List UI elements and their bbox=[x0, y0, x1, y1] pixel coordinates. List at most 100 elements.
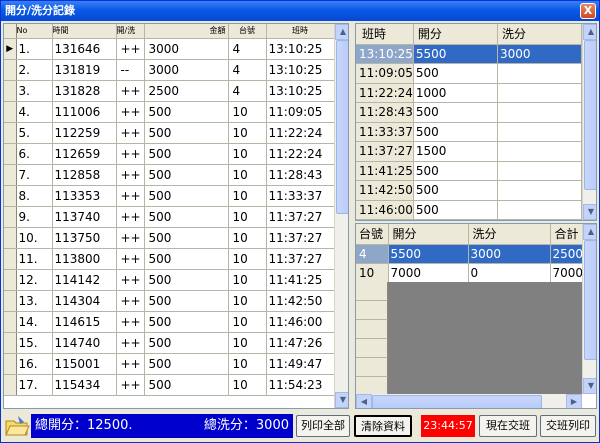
col-header-open[interactable]: 開分 bbox=[388, 224, 469, 245]
table-row[interactable]: 14. 114615 ++ 500 10 11:46:00 bbox=[4, 311, 335, 333]
col-header-amount[interactable]: 金額 bbox=[144, 24, 229, 39]
col-header-open[interactable]: 開分 bbox=[413, 24, 498, 45]
machine-vscroll[interactable]: ▲ ▼ bbox=[582, 224, 596, 394]
row-header[interactable] bbox=[4, 101, 17, 123]
cell-open: 7000 bbox=[388, 263, 469, 283]
row-header[interactable] bbox=[4, 248, 17, 270]
machine-grid[interactable]: 台號 開分 洗分 合計 4 5500 3000 2500 10 7000 0 7000 ▲ ▼… bbox=[355, 223, 597, 409]
row-header[interactable] bbox=[4, 143, 17, 165]
scroll-thumb[interactable] bbox=[584, 40, 596, 190]
col-header-wash[interactable]: 洗分 bbox=[497, 24, 583, 45]
table-row[interactable]: 17. 115434 ++ 500 10 11:54:23 bbox=[4, 374, 335, 396]
scroll-right-button[interactable]: ▶ bbox=[566, 394, 582, 408]
scroll-thumb[interactable] bbox=[336, 40, 348, 214]
col-header-machine[interactable]: 台號 bbox=[228, 24, 267, 39]
cell-wash bbox=[497, 102, 583, 123]
table-row[interactable]: 12. 114142 ++ 500 10 11:41:25 bbox=[4, 269, 335, 291]
scroll-up-button[interactable]: ▲ bbox=[583, 24, 596, 40]
table-row[interactable]: 4. 111006 ++ 500 10 11:09:05 bbox=[4, 101, 335, 123]
row-header[interactable] bbox=[4, 353, 17, 375]
print-all-button[interactable]: 列印全部 bbox=[296, 415, 350, 437]
table-row[interactable]: 11:46:00 500 bbox=[356, 200, 583, 220]
cell-shift: 11:37:27 bbox=[266, 227, 335, 249]
cell-open-wash: ++ bbox=[116, 311, 145, 333]
cell-no: 12. bbox=[16, 269, 53, 291]
col-header-open-wash[interactable]: 開/洗 bbox=[116, 24, 145, 39]
scroll-down-button[interactable]: ▼ bbox=[583, 378, 596, 394]
shift-vscroll[interactable]: ▲ ▼ bbox=[582, 24, 596, 220]
row-header[interactable] bbox=[4, 122, 17, 144]
table-row[interactable]: 11:41:25 500 bbox=[356, 161, 583, 181]
table-row[interactable]: 10. 113750 ++ 500 10 11:37:27 bbox=[4, 227, 335, 249]
row-header[interactable] bbox=[4, 311, 17, 333]
shift-print-button[interactable]: 交班列印 bbox=[540, 415, 596, 437]
table-row[interactable]: 6. 112659 ++ 500 10 11:22:24 bbox=[4, 143, 335, 165]
row-header[interactable] bbox=[4, 206, 17, 228]
row-header[interactable] bbox=[4, 290, 17, 312]
col-header-shift[interactable]: 班時 bbox=[266, 24, 335, 39]
table-row[interactable]: 15. 114740 ++ 500 10 11:47:26 bbox=[4, 332, 335, 354]
scroll-down-button[interactable]: ▼ bbox=[583, 204, 596, 220]
records-vscroll[interactable]: ▲ ▼ bbox=[334, 24, 348, 408]
cell-open-wash: -- bbox=[116, 59, 145, 81]
table-row[interactable]: 13:10:25 5500 3000 bbox=[356, 44, 583, 64]
table-row[interactable]: 11:22:24 1000 bbox=[356, 83, 583, 103]
scroll-up-button[interactable]: ▲ bbox=[335, 24, 348, 40]
title-bar: 開分/洗分記錄 X bbox=[1, 1, 599, 21]
row-header[interactable] bbox=[4, 269, 17, 291]
table-row[interactable]: 11. 113800 ++ 500 10 11:37:27 bbox=[4, 248, 335, 270]
table-row[interactable]: ▶ 1. 131646 ++ 3000 4 13:10:25 bbox=[4, 38, 335, 60]
cell-shift: 11:54:23 bbox=[266, 374, 335, 396]
row-header[interactable] bbox=[4, 332, 17, 354]
scroll-thumb[interactable] bbox=[584, 240, 596, 360]
col-header-no[interactable]: No bbox=[16, 24, 53, 39]
table-row[interactable]: 16. 115001 ++ 500 10 11:49:47 bbox=[4, 353, 335, 375]
table-row[interactable]: 4 5500 3000 2500 bbox=[356, 244, 596, 264]
scroll-down-button[interactable]: ▼ bbox=[335, 392, 348, 408]
shift-grid[interactable]: 班時 開分 洗分 13:10:25 5500 3000 11:09:05 500 11:2… bbox=[355, 23, 597, 221]
table-row[interactable]: 3. 131828 ++ 2500 4 13:10:25 bbox=[4, 80, 335, 102]
table-row[interactable]: 5. 112259 ++ 500 10 11:22:24 bbox=[4, 122, 335, 144]
table-row[interactable]: 13. 114304 ++ 500 10 11:42:50 bbox=[4, 290, 335, 312]
cell-machine: 10 bbox=[228, 290, 267, 312]
col-header-machine-no[interactable]: 台號 bbox=[356, 224, 389, 245]
machine-hscroll[interactable]: ◀ ▶ bbox=[356, 394, 582, 408]
table-row[interactable]: 2. 131819 -- 3000 4 13:10:25 bbox=[4, 59, 335, 81]
clear-data-button[interactable]: 清除資料 bbox=[354, 415, 412, 437]
cell-no: 17. bbox=[16, 374, 53, 396]
table-row[interactable]: 11:37:27 1500 bbox=[356, 141, 583, 162]
row-header[interactable] bbox=[4, 185, 17, 207]
folder-icon[interactable] bbox=[4, 413, 30, 439]
scroll-up-button[interactable]: ▲ bbox=[583, 224, 596, 240]
col-header-time[interactable]: 時間 bbox=[52, 24, 117, 39]
col-header-wash[interactable]: 洗分 bbox=[468, 224, 551, 245]
row-header[interactable] bbox=[4, 164, 17, 186]
row-header[interactable] bbox=[4, 80, 17, 102]
row-header[interactable]: ▶ bbox=[4, 38, 17, 60]
table-row[interactable]: 11:28:43 500 bbox=[356, 102, 583, 123]
table-row[interactable]: 9. 113740 ++ 500 10 11:37:27 bbox=[4, 206, 335, 228]
row-header[interactable] bbox=[4, 59, 17, 81]
cell-shift: 11:46:00 bbox=[266, 311, 335, 333]
cell-open-wash: ++ bbox=[116, 290, 145, 312]
cell-shift-time: 11:09:05 bbox=[356, 63, 414, 84]
table-row[interactable]: 7. 112858 ++ 500 10 11:28:43 bbox=[4, 164, 335, 186]
col-header-shift-time[interactable]: 班時 bbox=[356, 24, 414, 45]
scroll-left-button[interactable]: ◀ bbox=[356, 394, 372, 408]
table-row[interactable]: 8. 113353 ++ 500 10 11:33:37 bbox=[4, 185, 335, 207]
table-row[interactable]: 11:33:37 500 bbox=[356, 122, 583, 142]
scroll-thumb[interactable] bbox=[372, 395, 542, 408]
cell-open: 500 bbox=[413, 180, 498, 201]
current-shift-button[interactable]: 現在交班 bbox=[479, 415, 537, 437]
cell-open: 500 bbox=[413, 122, 498, 142]
close-button[interactable]: X bbox=[580, 3, 596, 19]
row-header[interactable] bbox=[4, 227, 17, 249]
cell-open-wash: ++ bbox=[116, 143, 145, 165]
table-row[interactable]: 11:09:05 500 bbox=[356, 63, 583, 84]
records-grid[interactable]: No 時間 開/洗 金額 台號 班時 ▶ 1. 131646 ++ 3000 4 13:10… bbox=[3, 23, 349, 409]
row-header bbox=[356, 339, 388, 358]
table-row[interactable]: 10 7000 0 7000 bbox=[356, 263, 596, 283]
cell-amount: 500 bbox=[144, 164, 229, 186]
row-header[interactable] bbox=[4, 374, 17, 396]
table-row[interactable]: 11:42:50 500 bbox=[356, 180, 583, 201]
